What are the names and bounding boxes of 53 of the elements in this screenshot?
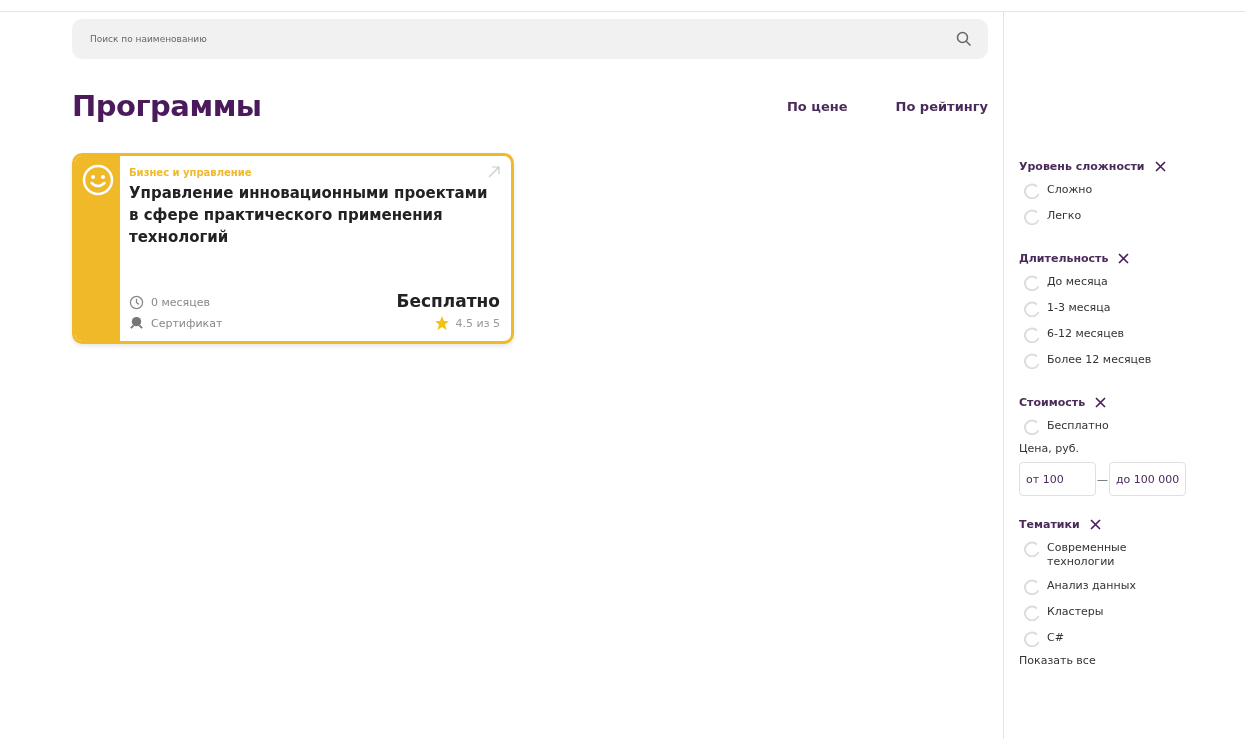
radio-icon[interactable]: [1024, 275, 1040, 291]
smiley-icon: [81, 164, 114, 196]
card-duration: 0 месяцев: [151, 296, 210, 309]
filter-title: Стоимость: [1019, 396, 1086, 409]
card-rating: 4.5 из 5: [455, 316, 500, 330]
radio-icon[interactable]: [1024, 541, 1040, 557]
radio-icon[interactable]: [1024, 327, 1040, 343]
filter-option[interactable]: 6-12 месяцев: [1019, 322, 1154, 348]
page-heading: Программы: [72, 89, 262, 123]
filter-option[interactable]: Современные технологии: [1019, 536, 1154, 574]
program-card[interactable]: Бизнес и управление Управление инновационными проектами в сфере практического применения технологий 0 месяцев Сертификат Бесплатно 4.5 из 5: [72, 153, 514, 344]
filter-option[interactable]: До месяца: [1019, 270, 1154, 296]
search-field[interactable]: Поиск по наименованию: [72, 19, 988, 59]
radio-icon[interactable]: [1024, 605, 1040, 621]
card-certificate: Сертификат: [151, 317, 223, 330]
price-from-field[interactable]: от 100: [1019, 462, 1096, 496]
show-all-link[interactable]: Показать все: [1019, 654, 1245, 667]
sort-link[interactable]: По рейтингу: [895, 98, 988, 114]
radio-icon[interactable]: [1024, 419, 1040, 435]
filter-option[interactable]: 1-3 месяца: [1019, 296, 1154, 322]
filter-title: Тематики: [1019, 518, 1080, 531]
clock-icon: [129, 295, 144, 310]
star-icon: [433, 315, 450, 331]
radio-icon[interactable]: [1024, 631, 1040, 647]
filter-option[interactable]: Анализ данных: [1019, 574, 1154, 600]
radio-icon[interactable]: [1024, 183, 1040, 199]
radio-icon[interactable]: [1024, 301, 1040, 317]
search-input[interactable]: Поиск по наименованию: [88, 33, 956, 45]
close-icon[interactable]: [1118, 253, 1130, 264]
card-title: Управление инновационными проектами в сфере практического применения технологий: [129, 183, 489, 248]
range-dash: —: [1097, 472, 1108, 486]
filter-option[interactable]: Бесплатно: [1019, 414, 1154, 440]
filter-option[interactable]: C#: [1019, 626, 1154, 652]
search-icon[interactable]: [956, 31, 972, 47]
price-to-field[interactable]: до 100 000: [1109, 462, 1186, 496]
filter-option[interactable]: Легко: [1019, 204, 1154, 230]
card-category: Бизнес и управление: [129, 166, 252, 178]
radio-icon[interactable]: [1024, 353, 1040, 369]
filter-title: Длительность: [1019, 252, 1109, 265]
close-icon[interactable]: [1095, 397, 1107, 408]
radio-icon[interactable]: [1024, 209, 1040, 225]
filter-option[interactable]: Кластеры: [1019, 600, 1154, 626]
close-icon[interactable]: [1089, 519, 1101, 530]
filter-option[interactable]: Сложно: [1019, 178, 1154, 204]
award-icon: [129, 316, 144, 331]
close-icon[interactable]: [1154, 161, 1166, 172]
sort-link[interactable]: По цене: [786, 98, 848, 114]
filter-title: Уровень сложности: [1019, 160, 1145, 173]
arrow-icon[interactable]: [488, 166, 500, 178]
radio-icon[interactable]: [1024, 579, 1040, 595]
card-price: Бесплатно: [396, 291, 500, 311]
filter-option[interactable]: Более 12 месяцев: [1019, 348, 1154, 374]
price-label: Цена, руб.: [1019, 442, 1080, 455]
